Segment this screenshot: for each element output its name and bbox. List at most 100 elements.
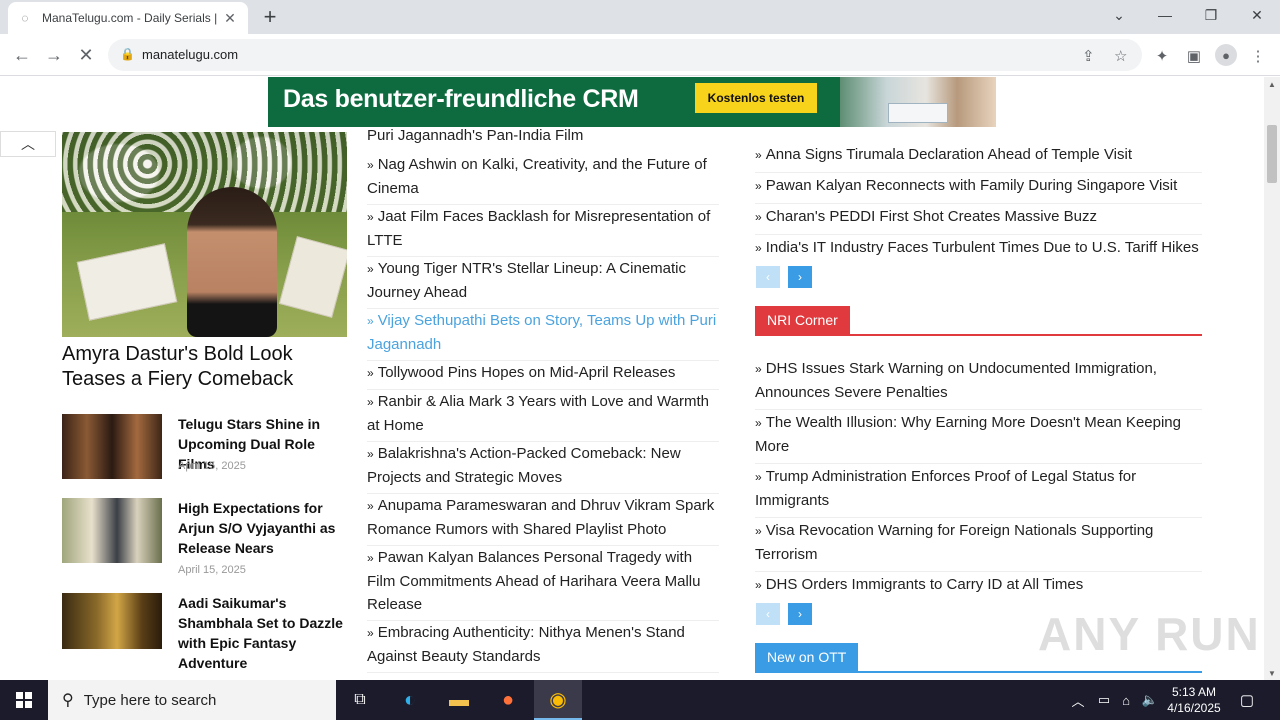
nri-section-label[interactable]: NRI Corner bbox=[755, 306, 850, 334]
prev-page-button[interactable]: ‹ bbox=[756, 266, 780, 288]
list-item[interactable]: » Young Tiger NTR's Stellar Lineup: A Cin… bbox=[367, 257, 719, 309]
item-title[interactable]: Pawan Kalyan Balances Personal Tragedy w… bbox=[367, 549, 700, 613]
volume-icon[interactable]: 🔈 bbox=[1140, 680, 1160, 720]
extensions-icon[interactable]: ✦ bbox=[1152, 46, 1172, 66]
item-title[interactable]: High Expectations for Arjun S/O Vyjayant… bbox=[178, 498, 350, 558]
thumbnail-image[interactable] bbox=[62, 593, 162, 649]
list-item[interactable]: » Pawan Kalyan Reconnects with Family Dur… bbox=[755, 174, 1202, 204]
list-item[interactable]: » Ranbir & Alia Mark 3 Years with Love an… bbox=[367, 390, 719, 442]
list-item[interactable]: » Anupama Parameswaran and Dhruv Vikram S… bbox=[367, 494, 719, 546]
list-item[interactable]: » Visa Revocation Warning for Foreign Nat… bbox=[755, 519, 1202, 572]
clock-date: 4/16/2025 bbox=[1167, 701, 1221, 715]
list-item[interactable]: » DHS Issues Stark Warning on Undocumente… bbox=[755, 357, 1202, 410]
side-panel-icon[interactable]: ▣ bbox=[1184, 46, 1204, 66]
browser-tab[interactable]: ◌ ManaTelugu.com - Daily Serials | ✕ bbox=[8, 2, 248, 34]
page-scrollbar[interactable]: ▲ ▼ bbox=[1264, 77, 1280, 680]
bookmark-star-icon[interactable]: ☆ bbox=[1114, 47, 1127, 65]
edge-icon[interactable]: ◐ bbox=[386, 680, 434, 720]
item-title[interactable]: Vijay Sethupathi Bets on Story, Teams Up… bbox=[367, 312, 716, 353]
item-title[interactable]: Pawan Kalyan Reconnects with Family Duri… bbox=[766, 177, 1178, 194]
item-title[interactable]: Aadi Saikumar's Shambhala Set to Dazzle … bbox=[178, 593, 350, 673]
stop-loading-button[interactable]: ✕ bbox=[74, 43, 98, 67]
taskbar-search[interactable]: ⚲ Type here to search bbox=[48, 680, 336, 720]
nri-section-header: NRI Corner bbox=[755, 306, 1202, 336]
start-button[interactable] bbox=[0, 680, 48, 720]
scroll-up-icon[interactable]: ▲ bbox=[1264, 77, 1280, 91]
list-item[interactable]: » Tollywood Pins Hopes on Mid-April Relea… bbox=[367, 361, 719, 390]
menu-kebab-icon[interactable]: ⋮ bbox=[1248, 46, 1268, 66]
tab-close-icon[interactable]: ✕ bbox=[222, 10, 238, 26]
forward-button[interactable]: → bbox=[42, 43, 66, 67]
show-hidden-icons[interactable]: ︿ bbox=[1068, 680, 1088, 720]
list-item[interactable]: » Trump Administration Enforces Proof of … bbox=[755, 465, 1202, 518]
minimize-button[interactable]: — bbox=[1142, 0, 1188, 30]
list-item[interactable]: » DHS Orders Immigrants to Carry ID at Al… bbox=[755, 573, 1202, 602]
list-item[interactable]: » Balakrishna's Action-Packed Comeback: N… bbox=[367, 442, 719, 494]
task-view-icon[interactable]: ⧉ bbox=[336, 680, 384, 720]
list-item[interactable]: » Vijay Sethupathi Bets on Story, Teams U… bbox=[367, 309, 719, 361]
network-icon[interactable]: ⌂ bbox=[1116, 680, 1136, 720]
item-title[interactable]: Puri Jagannadh's Pan-India Film bbox=[367, 127, 583, 144]
item-title[interactable]: India's IT Industry Faces Turbulent Time… bbox=[766, 239, 1199, 256]
list-item[interactable]: » Nag Ashwin on Kalki, Creativity, and th… bbox=[367, 153, 719, 205]
close-window-button[interactable]: ✕ bbox=[1234, 0, 1280, 30]
item-title[interactable]: Jaat Film Faces Backlash for Misrepresen… bbox=[367, 208, 710, 249]
new-tab-button[interactable]: + bbox=[258, 5, 282, 29]
scrollbar-thumb[interactable] bbox=[1267, 125, 1277, 183]
item-title[interactable]: Visa Revocation Warning for Foreign Nati… bbox=[755, 522, 1153, 563]
list-item[interactable]: » Anna Signs Tirumala Declaration Ahead o… bbox=[755, 143, 1202, 173]
item-title[interactable]: Charan's PEDDI First Shot Creates Massiv… bbox=[766, 208, 1097, 225]
list-item[interactable]: Puri Jagannadh's Pan-India Film bbox=[367, 124, 719, 151]
item-title[interactable]: Trump Administration Enforces Proof of L… bbox=[755, 468, 1136, 509]
item-title[interactable]: Anupama Parameswaran and Dhruv Vikram Sp… bbox=[367, 497, 714, 538]
firefox-icon[interactable]: ● bbox=[484, 680, 532, 720]
restore-button[interactable]: ❐ bbox=[1188, 0, 1234, 30]
item-title[interactable]: Young Tiger NTR's Stellar Lineup: A Cine… bbox=[367, 260, 686, 301]
list-item[interactable]: » Jaat Film Faces Backlash for Misreprese… bbox=[367, 205, 719, 257]
list-item[interactable]: » Pawan Kalyan Balances Personal Tragedy … bbox=[367, 546, 719, 621]
angle-right-icon: » bbox=[367, 395, 374, 409]
file-explorer-icon[interactable]: ▬ bbox=[435, 680, 483, 720]
collapse-up-button[interactable]: ︿ bbox=[0, 131, 56, 157]
item-title[interactable]: Embracing Authenticity: Nithya Menen's S… bbox=[367, 624, 685, 665]
angle-right-icon: » bbox=[755, 179, 762, 193]
list-item[interactable]: » Embracing Authenticity: Nithya Menen's … bbox=[367, 621, 719, 673]
tab-search-icon[interactable]: ⌄ bbox=[1096, 0, 1142, 30]
share-icon[interactable]: ⇪ bbox=[1082, 47, 1095, 65]
list-item[interactable]: Telugu Stars Shine in Upcoming Dual Role… bbox=[62, 414, 352, 494]
hero-title[interactable]: Amyra Dastur's Bold Look Teases a Fiery … bbox=[62, 342, 347, 392]
item-title[interactable]: DHS Issues Stark Warning on Undocumented… bbox=[755, 360, 1157, 401]
list-item[interactable]: » Charan's PEDDI First Shot Creates Massi… bbox=[755, 205, 1202, 235]
scroll-down-icon[interactable]: ▼ bbox=[1264, 666, 1280, 680]
ad-cta-button[interactable]: Kostenlos testen bbox=[695, 83, 817, 113]
item-title[interactable]: The Wealth Illusion: Why Earning More Do… bbox=[755, 414, 1181, 455]
hero-image[interactable] bbox=[62, 132, 347, 337]
thumbnail-image[interactable] bbox=[62, 414, 162, 479]
prev-page-button[interactable]: ‹ bbox=[756, 603, 780, 625]
lock-icon[interactable]: 🔒 bbox=[120, 47, 135, 61]
address-bar[interactable]: 🔒 manatelugu.com ⇪ ☆ bbox=[108, 39, 1142, 71]
angle-right-icon: » bbox=[367, 210, 374, 224]
ad-banner[interactable]: Das benutzer-freundliche CRM Kostenlos t… bbox=[268, 77, 996, 127]
list-item[interactable]: Aadi Saikumar's Shambhala Set to Dazzle … bbox=[62, 593, 352, 673]
notifications-icon[interactable]: ▢ bbox=[1236, 680, 1258, 720]
clock-time: 5:13 AM bbox=[1171, 685, 1217, 699]
item-title[interactable]: Nag Ashwin on Kalki, Creativity, and the… bbox=[367, 156, 707, 197]
chrome-icon[interactable]: ◉ bbox=[534, 680, 582, 720]
back-button[interactable]: ← bbox=[10, 43, 34, 67]
item-title[interactable]: Tollywood Pins Hopes on Mid-April Releas… bbox=[378, 364, 676, 381]
item-title[interactable]: Ranbir & Alia Mark 3 Years with Love and… bbox=[367, 393, 709, 434]
profile-avatar[interactable]: ● bbox=[1215, 44, 1237, 66]
clock[interactable]: 5:13 AM 4/16/2025 bbox=[1162, 684, 1226, 716]
device-icon[interactable]: ▭ bbox=[1094, 680, 1114, 720]
next-page-button[interactable]: › bbox=[788, 603, 812, 625]
list-item[interactable]: » The Wealth Illusion: Why Earning More D… bbox=[755, 411, 1202, 464]
ott-section-label[interactable]: New on OTT bbox=[755, 643, 859, 671]
item-title[interactable]: Anna Signs Tirumala Declaration Ahead of… bbox=[766, 146, 1132, 163]
list-item[interactable]: » India's IT Industry Faces Turbulent Tim… bbox=[755, 236, 1202, 265]
list-item[interactable]: High Expectations for Arjun S/O Vyjayant… bbox=[62, 498, 352, 578]
thumbnail-image[interactable] bbox=[62, 498, 162, 563]
item-title[interactable]: Balakrishna's Action-Packed Comeback: Ne… bbox=[367, 445, 681, 486]
next-page-button[interactable]: › bbox=[788, 266, 812, 288]
item-title[interactable]: DHS Orders Immigrants to Carry ID at All… bbox=[766, 576, 1084, 593]
